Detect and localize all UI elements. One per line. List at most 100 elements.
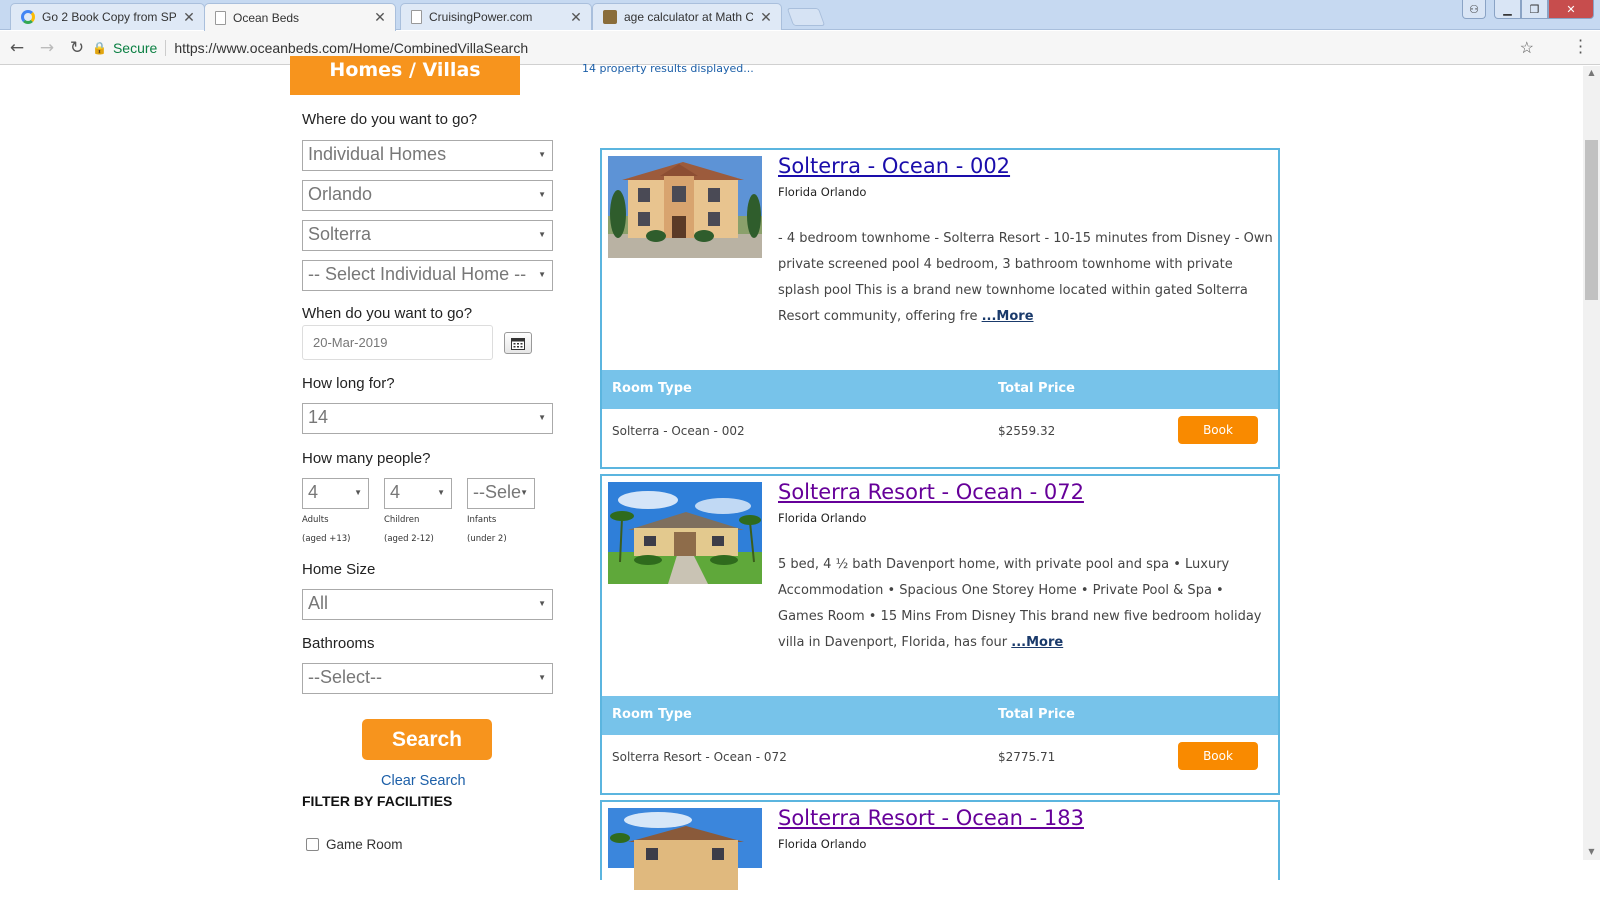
calendar-button[interactable] — [504, 332, 532, 354]
search-button[interactable]: Search — [362, 719, 492, 760]
scrollbar-thumb[interactable] — [1585, 140, 1598, 300]
children-select[interactable]: 4 ▼ — [384, 478, 452, 509]
restore-button[interactable]: ❐ — [1521, 0, 1548, 19]
chevron-down-icon: ▼ — [538, 190, 546, 199]
property-title-link[interactable]: Solterra Resort - Ocean - 183 — [778, 806, 1084, 830]
tab-title: CruisingPower.com — [429, 10, 533, 24]
people-label: How many people? — [302, 450, 431, 467]
calendar-icon — [511, 337, 525, 350]
reload-icon[interactable]: ↻ — [64, 38, 90, 58]
tab-title: Ocean Beds — [233, 10, 300, 25]
scroll-up-arrow-icon[interactable]: ▲ — [1583, 68, 1600, 77]
property-photo[interactable] — [608, 156, 762, 258]
chevron-down-icon: ▼ — [437, 488, 445, 497]
when-label: When do you want to go? — [302, 305, 473, 322]
home-size-value: All — [308, 593, 329, 613]
property-title-link[interactable]: Solterra - Ocean - 002 — [778, 154, 1010, 178]
chevron-down-icon: ▼ — [538, 413, 546, 422]
adults-value: 4 — [308, 482, 319, 502]
chevron-down-icon: ▼ — [520, 488, 528, 497]
resort-value: Solterra — [308, 224, 372, 244]
room-type-header: Room Type — [612, 381, 692, 396]
book-button[interactable]: Book — [1178, 742, 1258, 770]
individual-home-value: -- Select Individual Home -- — [308, 264, 527, 284]
calculator-icon — [603, 10, 617, 24]
more-link[interactable]: ...More — [1011, 635, 1063, 650]
duration-value: 14 — [308, 407, 329, 427]
tab-title: age calculator at Math C — [624, 10, 753, 24]
result-card: Solterra Resort - Ocean - 183 Florida Or… — [600, 800, 1280, 890]
filter-heading: FILTER BY FACILITIES — [302, 793, 453, 809]
page-icon — [215, 10, 226, 25]
room-row: Solterra Resort - Ocean - 072 $2775.71 B… — [602, 736, 1278, 778]
browser-menu-icon[interactable]: · · · — [1578, 33, 1583, 61]
tab-age-calculator[interactable]: age calculator at Math C ✕ — [592, 3, 782, 30]
total-price-header: Total Price — [998, 381, 1075, 396]
room-table-header: Room Type Total Price — [602, 696, 1278, 735]
chevron-down-icon: ▼ — [538, 230, 546, 239]
close-window-button[interactable]: ✕ — [1548, 0, 1594, 19]
tab-title: Go 2 Book Copy from SP — [42, 10, 176, 24]
profile-icon[interactable]: ⚇ — [1462, 0, 1486, 19]
tab-ocean-beds[interactable]: Ocean Beds ✕ — [204, 3, 396, 31]
property-title-link[interactable]: Solterra Resort - Ocean - 072 — [778, 480, 1084, 504]
adults-select[interactable]: 4 ▼ — [302, 478, 369, 509]
url-text[interactable]: https://www.oceanbeds.com/Home/CombinedV… — [174, 40, 528, 56]
close-icon[interactable]: ✕ — [182, 9, 196, 26]
close-icon[interactable]: ✕ — [759, 9, 773, 26]
secure-label: Secure — [112, 40, 158, 56]
browser-toolbar: ← → ↻ 🔒 Secure https://www.oceanbeds.com… — [0, 31, 1600, 65]
property-location: Florida Orlando — [778, 185, 867, 199]
minimize-button[interactable]: ▁ — [1494, 0, 1521, 19]
scroll-down-arrow-icon[interactable]: ▼ — [1583, 847, 1600, 856]
room-type-header: Room Type — [612, 707, 692, 722]
chevron-down-icon: ▼ — [538, 150, 546, 159]
back-icon[interactable]: ← — [4, 38, 30, 58]
property-photo[interactable] — [608, 482, 762, 584]
divider — [165, 40, 167, 56]
result-card: Solterra - Ocean - 002 Florida Orlando -… — [600, 148, 1280, 469]
close-icon[interactable]: ✕ — [373, 9, 387, 26]
duration-select[interactable]: 14 ▼ — [302, 403, 553, 434]
property-photo[interactable] — [608, 808, 762, 910]
adults-label: Adults — [302, 515, 329, 525]
book-button[interactable]: Book — [1178, 416, 1258, 444]
children-label: Children — [384, 515, 420, 525]
where-label: Where do you want to go? — [302, 111, 478, 128]
browser-tab-bar: Go 2 Book Copy from SP ✕ Ocean Beds ✕ Cr… — [0, 0, 1600, 31]
new-tab-button[interactable] — [786, 8, 826, 26]
game-room-checkbox[interactable] — [306, 838, 319, 851]
total-price-value: $2775.71 — [998, 750, 1056, 764]
more-link[interactable]: ...More — [982, 309, 1034, 324]
chevron-down-icon: ▼ — [538, 673, 546, 682]
home-size-label: Home Size — [302, 561, 376, 578]
bathrooms-value: --Select-- — [308, 667, 383, 687]
adults-caption: Adults (aged +13) — [302, 511, 351, 549]
infants-select[interactable]: --Sele ▼ — [467, 478, 535, 509]
close-icon[interactable]: ✕ — [569, 9, 583, 26]
homes-villas-banner: Homes / Villas — [290, 56, 520, 95]
children-value: 4 — [390, 482, 401, 502]
resort-select[interactable]: Solterra ▼ — [302, 220, 553, 251]
individual-home-select[interactable]: -- Select Individual Home -- ▼ — [302, 260, 553, 291]
arrival-date-input[interactable]: 20-Mar-2019 — [302, 325, 493, 360]
chevron-down-icon: ▼ — [354, 488, 362, 497]
home-size-select[interactable]: All ▼ — [302, 589, 553, 620]
clear-search-link[interactable]: Clear Search — [381, 773, 466, 789]
property-description: 5 bed, 4 ½ bath Davenport home, with pri… — [778, 552, 1273, 656]
tab-cruisingpower[interactable]: CruisingPower.com ✕ — [400, 3, 592, 30]
bookmark-star-icon[interactable]: ☆ — [1520, 38, 1534, 58]
children-caption: Children (aged 2-12) — [384, 511, 434, 549]
bathrooms-select[interactable]: --Select-- ▼ — [302, 663, 553, 694]
forward-icon[interactable]: → — [34, 38, 60, 58]
children-note: (aged 2-12) — [384, 534, 434, 544]
townhouse-photo-icon — [608, 156, 762, 258]
property-type-select[interactable]: Individual Homes ▼ — [302, 140, 553, 171]
game-room-label: Game Room — [326, 837, 403, 852]
room-type-value: Solterra Resort - Ocean - 072 — [612, 750, 787, 764]
city-select[interactable]: Orlando ▼ — [302, 180, 553, 211]
tab-go2book[interactable]: Go 2 Book Copy from SP ✕ — [10, 3, 205, 30]
adults-note: (aged +13) — [302, 534, 351, 544]
duration-label: How long for? — [302, 375, 395, 392]
infants-note: (under 2) — [467, 534, 507, 544]
